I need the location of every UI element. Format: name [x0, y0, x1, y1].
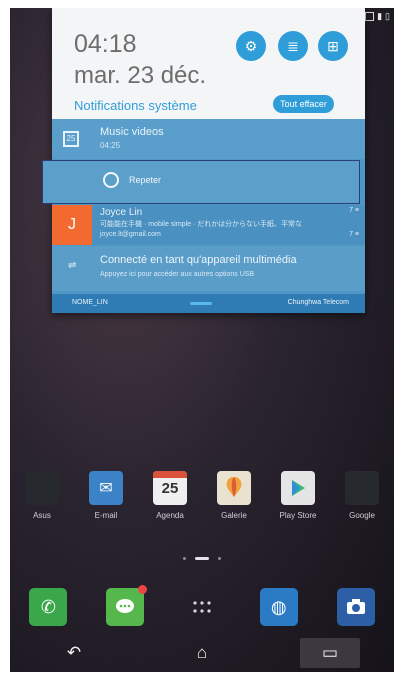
navigation-bar: ↶ ⌂ ▭ — [10, 634, 394, 672]
dock: ✆ ◍ — [10, 585, 394, 626]
notifications-title: Notifications système — [74, 98, 197, 113]
notification-badge — [138, 585, 148, 594]
calendar-header — [153, 471, 187, 478]
repeat-action[interactable]: Repeter — [42, 160, 360, 204]
music-title: Music videos — [100, 126, 164, 138]
calendar-icon: 25 — [63, 131, 79, 147]
app-email[interactable]: ✉ E-mail — [78, 471, 134, 520]
phone-icon[interactable]: ✆ — [29, 588, 68, 626]
app-label: Asus — [33, 511, 51, 520]
music-time: 04:25 — [100, 141, 121, 150]
app-label: Play Store — [279, 511, 317, 520]
calendar-app-icon: 25 — [153, 471, 187, 505]
balloon-icon — [217, 471, 251, 505]
device-screen: ▮ ▯ 04:18 mar. 23 déc. ⚙ ≣ ⊞ Notificatio… — [10, 8, 394, 672]
status-bar: ▮ ▯ — [365, 10, 390, 22]
footer-left: NOME_LIN — [72, 299, 108, 306]
calendar-day: 25 — [161, 479, 179, 497]
page-dot — [218, 557, 221, 560]
google-folder-icon — [345, 471, 379, 505]
drag-handle[interactable] — [190, 302, 212, 305]
notes-icon[interactable]: ≣ — [278, 31, 308, 61]
mail-preview: 可能能在手機 · mobile simple · だれかは分からない手紙、平常な — [100, 221, 302, 228]
app-label: Google — [349, 511, 375, 520]
app-asus[interactable]: Asus — [14, 471, 70, 520]
app-play-store[interactable]: Play Store — [270, 471, 326, 520]
clock: 04:18 — [74, 30, 137, 58]
clear-all-button[interactable]: Tout effacer — [273, 95, 334, 113]
page-indicator — [10, 557, 394, 560]
globe-icon[interactable]: ◍ — [259, 588, 298, 626]
app-agenda[interactable]: 25 Agenda — [142, 471, 198, 520]
page-dot — [183, 557, 186, 560]
date: mar. 23 déc. — [74, 62, 207, 89]
carrier-name: Chunghwa Telecom — [287, 299, 349, 306]
messages-icon[interactable] — [106, 585, 148, 626]
alarm-icon — [103, 172, 119, 188]
app-google[interactable]: Google — [334, 471, 390, 520]
back-button[interactable]: ↶ — [44, 638, 104, 668]
usb-title: Connecté en tant qu'appareil multimédia — [100, 254, 297, 266]
mail-time: 7 ≡ — [349, 207, 359, 214]
recent-apps-button[interactable]: ▭ — [300, 638, 360, 668]
repeat-label: Repeter — [129, 175, 162, 185]
home-button[interactable]: ⌂ — [172, 638, 232, 668]
mail-sender: Joyce Lin — [100, 207, 143, 218]
settings-icon[interactable]: ⚙ — [236, 31, 266, 61]
app-gallery[interactable]: Galerie — [206, 471, 262, 520]
notification-usb[interactable]: ⇌ Connecté en tant qu'appareil multimédi… — [52, 246, 365, 291]
signal-icon: ▮ — [377, 10, 383, 21]
notification-list: 25 Music videos 04:25 Repeter J Joyce Li… — [42, 119, 365, 313]
app-label: Galerie — [221, 511, 247, 520]
notification-mail[interactable]: J Joyce Lin 可能能在手機 · mobile simple · だれか… — [52, 205, 365, 245]
grid-icon[interactable]: ⊞ — [318, 31, 348, 61]
app-label: E-mail — [94, 511, 118, 520]
sender-avatar: J — [52, 205, 92, 245]
folder-icon — [25, 471, 59, 505]
notification-music[interactable]: 25 Music videos 04:25 — [52, 119, 365, 159]
shade-footer: NOME_LIN Chunghwa Telecom — [52, 294, 365, 313]
usb-icon: ⇌ — [68, 260, 77, 271]
page-dot-active — [195, 557, 209, 560]
usb-subtitle: Appuyez ici pour accéder aux autres opti… — [100, 271, 255, 278]
all-apps-icon[interactable] — [183, 588, 221, 626]
home-app-row: Asus ✉ E-mail 25 Agenda Galerie Play Sto… — [10, 471, 394, 520]
camera-icon[interactable] — [336, 588, 375, 626]
app-label: Agenda — [156, 511, 184, 520]
screenshot-icon — [365, 11, 375, 21]
mail-icon: ✉ — [89, 471, 123, 505]
notification-shade: 04:18 mar. 23 déc. ⚙ ≣ ⊞ Notifications s… — [42, 8, 365, 313]
mail-address: joyce.lt@gmail.com — [100, 231, 161, 238]
mail-count: 7 ≡ — [349, 231, 359, 238]
play-store-icon — [281, 471, 315, 505]
battery-icon: ▯ — [385, 10, 390, 21]
